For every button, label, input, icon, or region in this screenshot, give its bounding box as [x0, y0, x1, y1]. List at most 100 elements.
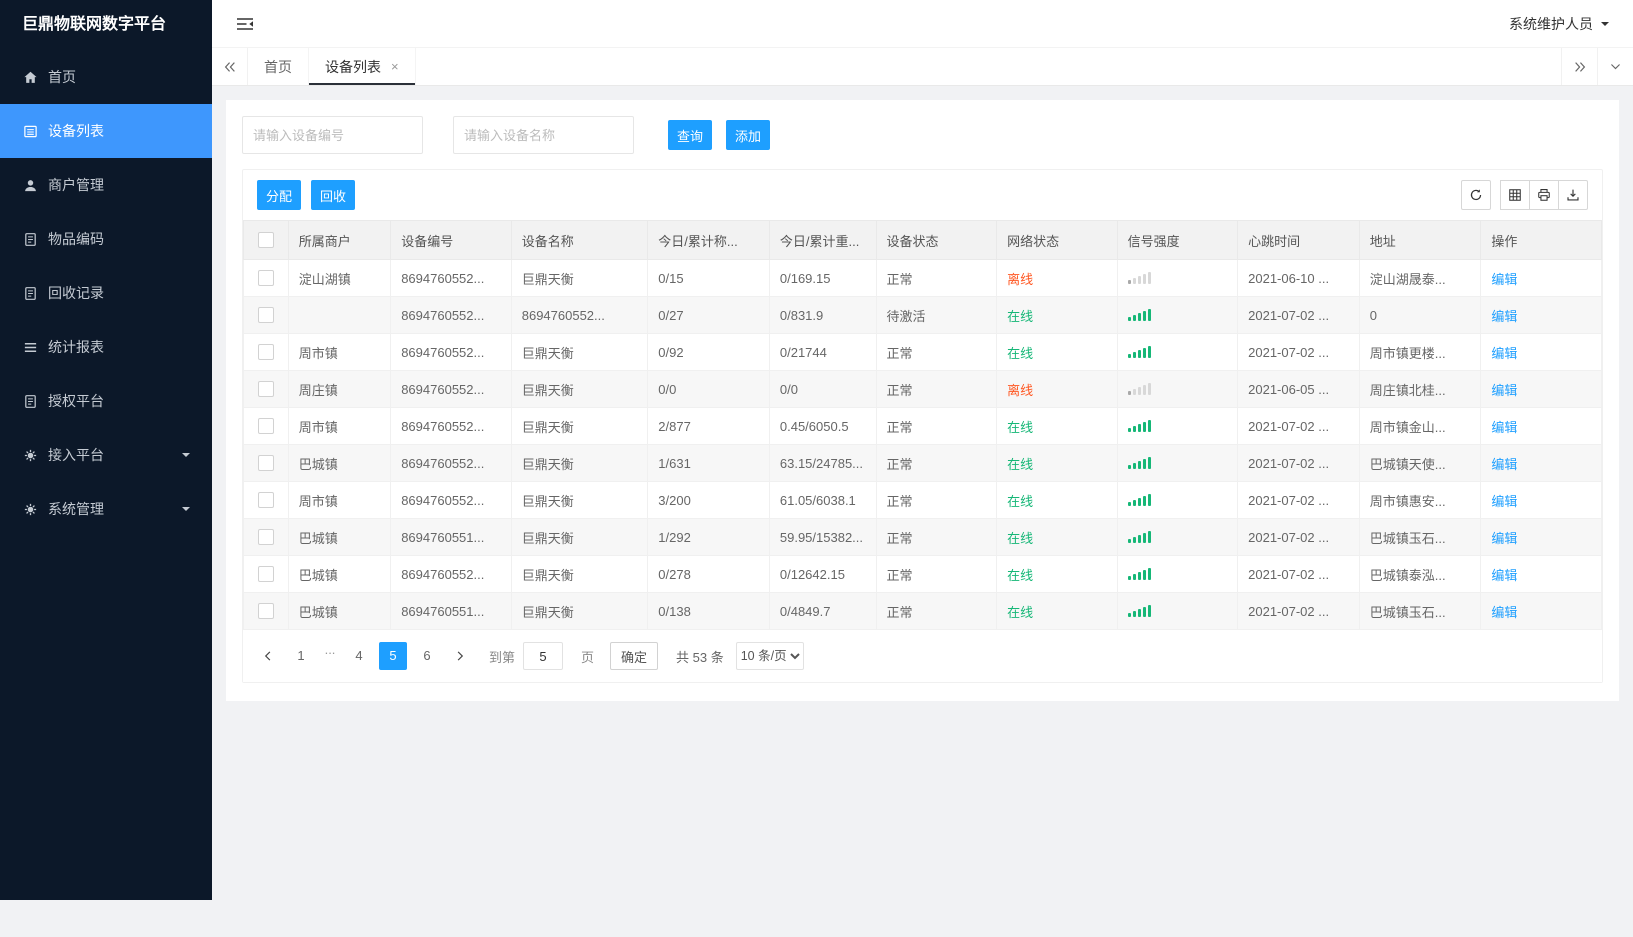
tabbar: 首页 设备列表 ×	[212, 48, 1633, 86]
table-toolbar: 分配 回收	[243, 170, 1602, 220]
cell-merchant: 巴城镇	[287, 555, 392, 593]
cell-signal	[1116, 259, 1239, 297]
row-checkbox[interactable]	[257, 381, 274, 398]
edit-link[interactable]: 编辑	[1491, 457, 1517, 472]
sidebar-item-1[interactable]: 设备列表	[0, 104, 212, 158]
row-checkbox[interactable]	[257, 270, 274, 287]
sidebar-item-4[interactable]: 回收记录	[0, 266, 212, 320]
confirm-page-button[interactable]: 确定	[610, 642, 659, 670]
table-card: 分配 回收 所属商户 设备编号 设备名称 今日/累计称... 今日/累计重... 设备状态…	[242, 169, 1603, 683]
select-all-checkbox[interactable]	[257, 232, 274, 249]
cell-device-name: 巨鼎天衡	[510, 333, 649, 371]
print-icon[interactable]	[1529, 180, 1559, 210]
cell-actions: 编辑	[1480, 555, 1602, 593]
edit-link[interactable]: 编辑	[1491, 383, 1517, 398]
cell-signal	[1116, 518, 1239, 556]
cell-signal	[1116, 407, 1239, 445]
row-checkbox[interactable]	[257, 492, 274, 509]
sidebar-item-7[interactable]: 接入平台	[0, 428, 212, 482]
column-header: 网络状态	[996, 220, 1118, 260]
page-button-4[interactable]: 4	[345, 642, 373, 670]
columns-icon[interactable]	[1500, 180, 1530, 210]
recycle-button[interactable]: 回收	[311, 180, 356, 210]
edit-link[interactable]: 编辑	[1491, 420, 1517, 435]
edit-link[interactable]: 编辑	[1491, 568, 1517, 583]
cell-today-weight: 63.15/24785...	[768, 444, 877, 482]
edit-link[interactable]: 编辑	[1491, 309, 1517, 324]
row-checkbox[interactable]	[257, 455, 274, 472]
sidebar-item-8[interactable]: 系统管理	[0, 482, 212, 536]
cell-address: 周庄镇北桂...	[1358, 370, 1482, 408]
cell-merchant: 周市镇	[287, 481, 392, 519]
tab-0[interactable]: 首页	[248, 48, 309, 85]
row-checkbox[interactable]	[257, 307, 274, 324]
allocate-button[interactable]: 分配	[257, 180, 302, 210]
row-checkbox[interactable]	[257, 344, 274, 361]
export-icon[interactable]	[1558, 180, 1588, 210]
cell-checkbox	[243, 296, 289, 334]
cell-checkbox	[243, 481, 289, 519]
device-name-input[interactable]	[453, 116, 634, 154]
prev-page-icon[interactable]	[257, 642, 279, 670]
edit-link[interactable]: 编辑	[1491, 494, 1517, 509]
cell-today-weight: 0/169.15	[768, 259, 877, 297]
tabs-dropdown-icon[interactable]	[1597, 48, 1633, 85]
goto-page-input[interactable]	[523, 642, 564, 670]
edit-link[interactable]: 编辑	[1491, 346, 1517, 361]
cell-device-name: 巨鼎天衡	[510, 370, 649, 408]
cell-today-count: 0/0	[647, 370, 770, 408]
column-header: 心跳时间	[1237, 220, 1360, 260]
sidebar-item-5[interactable]: 统计报表	[0, 320, 212, 374]
row-checkbox[interactable]	[257, 566, 274, 583]
cell-signal	[1116, 444, 1239, 482]
page-button-5[interactable]: 5	[379, 642, 407, 670]
doc-icon	[22, 393, 38, 409]
cell-address: 巴城镇玉石...	[1358, 592, 1482, 630]
edit-link[interactable]: 编辑	[1491, 272, 1517, 287]
per-page-select[interactable]: 10 条/页	[735, 642, 804, 670]
add-button[interactable]: 添加	[726, 120, 771, 150]
tab-1[interactable]: 设备列表 ×	[309, 48, 416, 85]
cell-network-status: 离线	[996, 370, 1118, 408]
next-page-icon[interactable]	[449, 642, 471, 670]
bottom-strip	[0, 900, 1633, 937]
row-checkbox[interactable]	[257, 529, 274, 546]
close-icon[interactable]: ×	[391, 60, 399, 73]
sidebar-item-label: 物品编码	[48, 231, 104, 247]
row-checkbox[interactable]	[257, 603, 274, 620]
cell-actions: 编辑	[1480, 259, 1602, 297]
signal-strength-icon	[1127, 566, 1151, 580]
tabs-scroll-right-icon[interactable]	[1561, 48, 1597, 85]
page-button-1[interactable]: 1	[287, 642, 315, 670]
page-button-6[interactable]: 6	[413, 642, 441, 670]
query-button[interactable]: 查询	[668, 120, 713, 150]
sidebar-item-label: 接入平台	[48, 447, 104, 463]
table-row: 周市镇 8694760552... 巨鼎天衡 3/200 61.05/6038.1 正常在…	[243, 481, 1602, 519]
refresh-icon[interactable]	[1461, 180, 1491, 210]
sidebar-item-6[interactable]: 授权平台	[0, 374, 212, 428]
cell-device-no: 8694760552...	[390, 296, 512, 334]
edit-link[interactable]: 编辑	[1491, 605, 1517, 620]
home-icon	[22, 69, 38, 85]
user-menu[interactable]: 系统维护人员	[1509, 14, 1609, 34]
cell-device-name: 巨鼎天衡	[510, 407, 649, 445]
device-no-input[interactable]	[242, 116, 423, 154]
sidebar-item-0[interactable]: 首页	[0, 50, 212, 104]
page-ellipsis: ...	[324, 642, 336, 657]
cell-merchant	[287, 296, 392, 334]
signal-strength-icon	[1127, 344, 1151, 358]
cell-device-name: 8694760552...	[510, 296, 649, 334]
cell-signal	[1116, 370, 1239, 408]
row-checkbox[interactable]	[257, 418, 274, 435]
sidebar-item-3[interactable]: 物品编码	[0, 212, 212, 266]
tabs-scroll-left-icon[interactable]	[212, 48, 248, 85]
cell-device-no: 8694760552...	[390, 481, 512, 519]
edit-link[interactable]: 编辑	[1491, 531, 1517, 546]
cell-actions: 编辑	[1480, 518, 1602, 556]
sidebar-item-2[interactable]: 商户管理	[0, 158, 212, 212]
collapse-menu-icon[interactable]	[236, 16, 254, 32]
cell-today-weight: 59.95/15382...	[768, 518, 877, 556]
cell-network-status: 在线	[996, 444, 1118, 482]
cell-today-count: 0/278	[647, 555, 770, 593]
gear-icon	[22, 501, 38, 517]
